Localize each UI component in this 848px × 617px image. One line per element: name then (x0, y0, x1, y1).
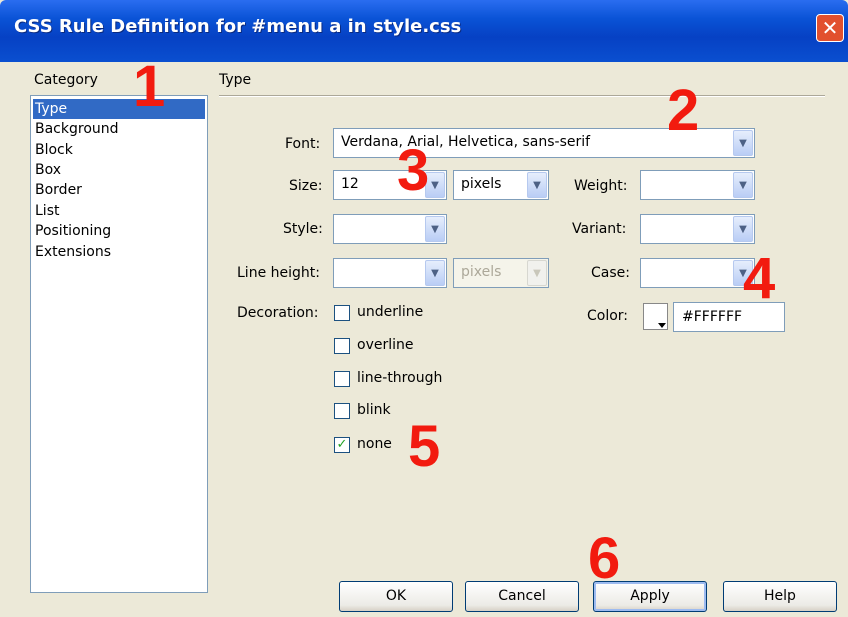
line-height-unit-select: pixels ▼ (453, 258, 549, 288)
annotation-1: 1 (133, 54, 166, 119)
close-icon: ✕ (821, 16, 839, 40)
color-swatch-button[interactable] (643, 303, 668, 330)
weight-select[interactable]: ▼ (640, 170, 755, 200)
chevron-down-icon[interactable]: ▼ (733, 130, 753, 156)
section-title: Type (219, 72, 252, 88)
section-divider (219, 95, 825, 97)
close-button[interactable]: ✕ (816, 14, 844, 42)
category-item-positioning[interactable]: Positioning (35, 221, 111, 241)
chevron-down-icon[interactable]: ▼ (527, 172, 547, 198)
size-select[interactable]: 12 ▼ (333, 170, 447, 200)
style-label: Style: (283, 221, 323, 237)
font-label: Font: (285, 136, 321, 152)
case-label: Case: (591, 265, 630, 281)
overline-label[interactable]: overline (357, 337, 414, 353)
annotation-4: 4 (743, 246, 776, 311)
category-item-block[interactable]: Block (35, 140, 73, 160)
chevron-down-icon[interactable]: ▼ (425, 216, 445, 242)
annotation-2: 2 (667, 78, 700, 143)
category-item-box[interactable]: Box (35, 160, 61, 180)
category-item-type[interactable]: Type (33, 99, 205, 119)
line-height-select[interactable]: ▼ (333, 258, 447, 288)
category-item-border[interactable]: Border (35, 180, 82, 200)
line-height-label: Line height: (237, 265, 320, 281)
annotation-3: 3 (397, 138, 430, 203)
chevron-down-icon[interactable]: ▼ (733, 172, 753, 198)
line-through-checkbox[interactable] (334, 371, 350, 387)
category-item-background[interactable]: Background (35, 119, 119, 139)
weight-label: Weight: (574, 178, 628, 194)
annotation-6: 6 (588, 526, 621, 591)
blink-checkbox[interactable] (334, 403, 350, 419)
overline-checkbox[interactable] (334, 338, 350, 354)
category-heading: Category (34, 72, 98, 88)
blink-label[interactable]: blink (357, 402, 391, 418)
line-through-label[interactable]: line-through (357, 370, 442, 386)
decoration-label: Decoration: (237, 305, 319, 321)
size-unit-select[interactable]: pixels ▼ (453, 170, 549, 200)
case-select[interactable]: ▼ (640, 258, 755, 288)
line-height-unit-value: pixels (461, 264, 502, 280)
category-item-list[interactable]: List (35, 201, 59, 221)
chevron-down-icon[interactable]: ▼ (425, 260, 445, 286)
category-list[interactable]: Type Background Block Box Border List Po… (30, 95, 208, 593)
cancel-button[interactable]: Cancel (465, 581, 579, 612)
chevron-down-icon[interactable]: ▼ (733, 216, 753, 242)
title-bar: CSS Rule Definition for #menu a in style… (0, 0, 848, 62)
font-value: Verdana, Arial, Helvetica, sans-serif (341, 134, 591, 150)
size-unit-value: pixels (461, 176, 502, 192)
category-item-extensions[interactable]: Extensions (35, 242, 111, 262)
none-checkbox[interactable]: ✓ (334, 437, 350, 453)
help-button[interactable]: Help (723, 581, 837, 612)
style-select[interactable]: ▼ (333, 214, 447, 244)
window-title: CSS Rule Definition for #menu a in style… (14, 16, 462, 37)
variant-select[interactable]: ▼ (640, 214, 755, 244)
variant-label: Variant: (572, 221, 627, 237)
underline-checkbox[interactable] (334, 305, 350, 321)
size-label: Size: (289, 178, 323, 194)
none-label[interactable]: none (357, 436, 392, 452)
ok-button[interactable]: OK (339, 581, 453, 612)
checkmark-icon: ✓ (336, 437, 348, 452)
underline-label[interactable]: underline (357, 304, 423, 320)
color-label: Color: (587, 308, 629, 324)
size-value: 12 (341, 176, 359, 192)
annotation-5: 5 (408, 414, 441, 479)
chevron-down-icon: ▼ (527, 260, 547, 286)
